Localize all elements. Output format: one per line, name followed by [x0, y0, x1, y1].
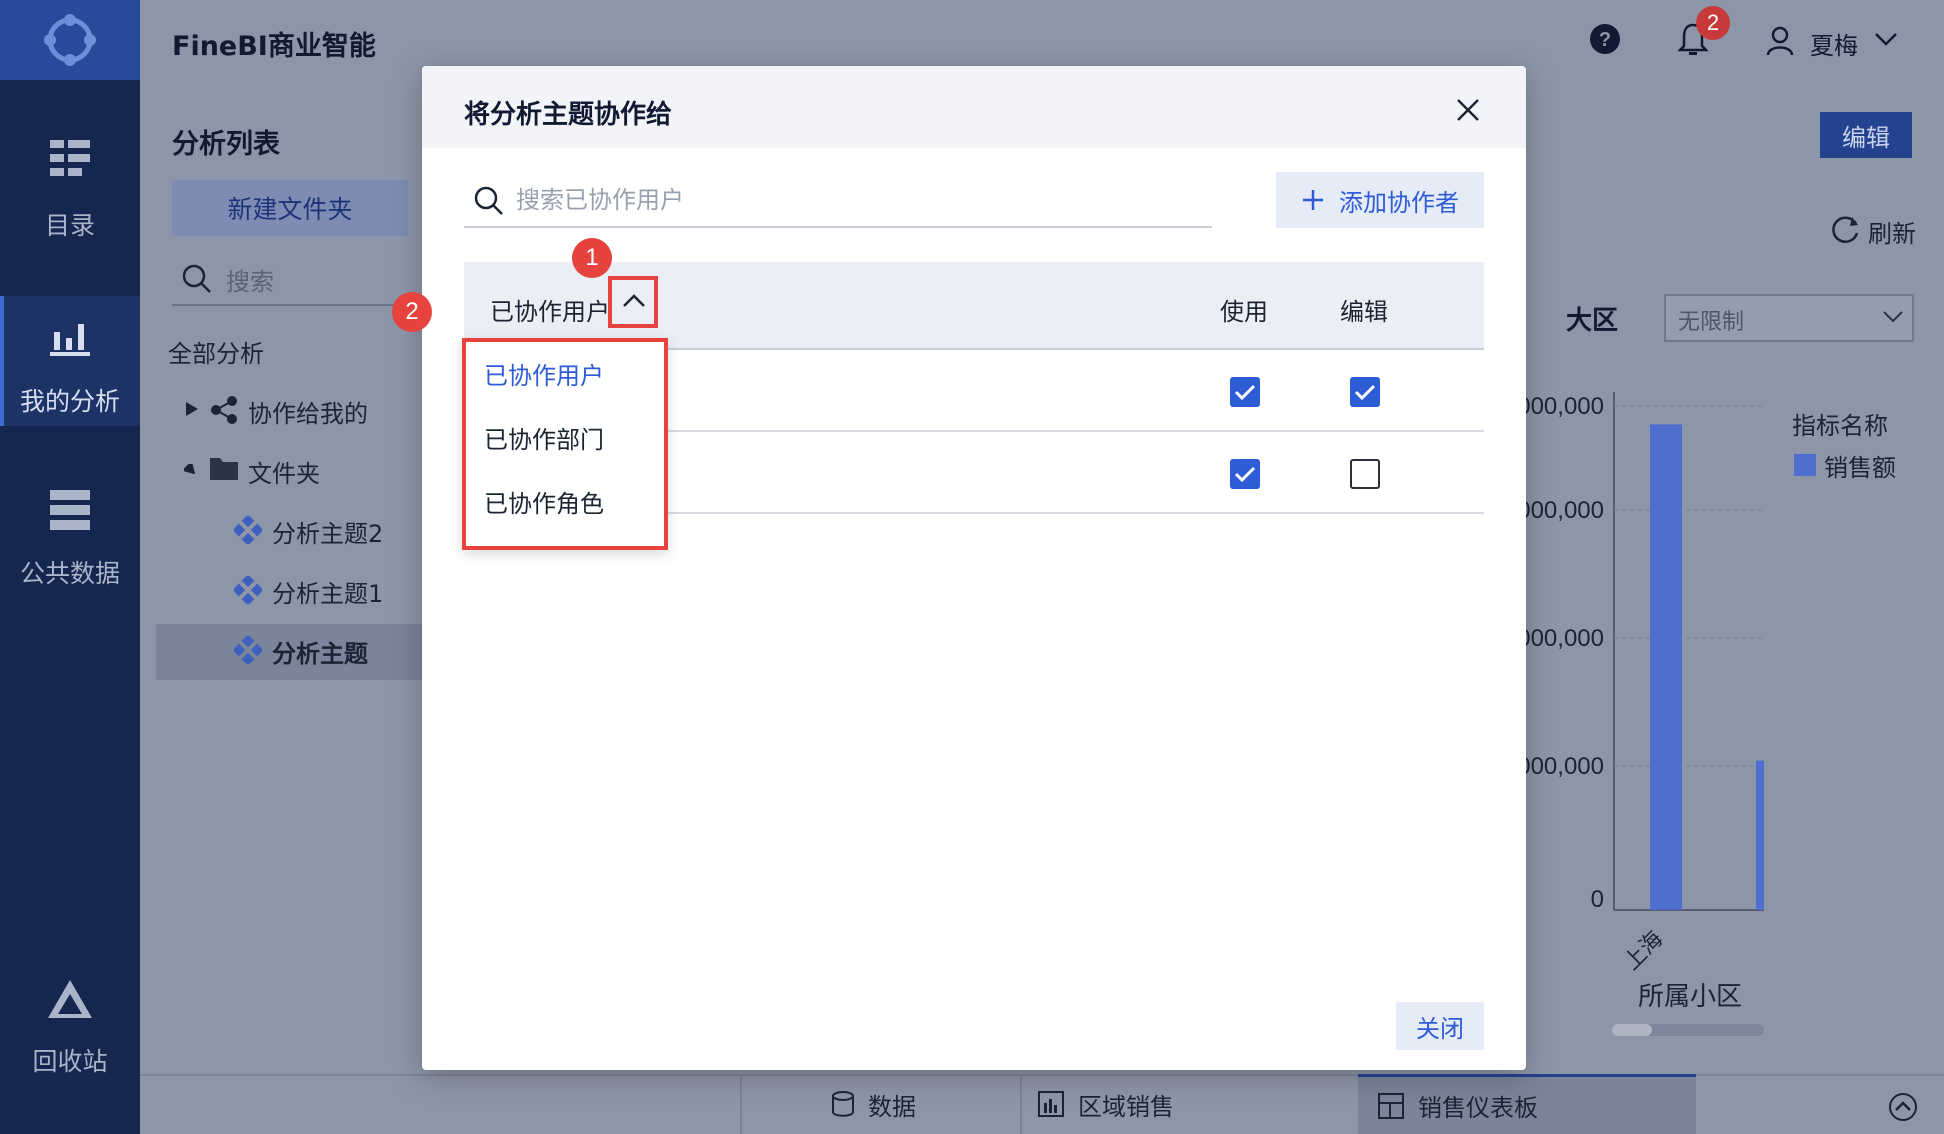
filter-label: 大区: [1566, 306, 1619, 336]
step-badge-1: 1: [572, 238, 612, 278]
row-2-use-checkbox[interactable]: [1230, 459, 1260, 489]
list-title: 分析列表: [172, 129, 280, 160]
chart-scrollbar-thumb[interactable]: [1612, 1024, 1652, 1036]
tab-data[interactable]: 数据: [740, 1074, 1020, 1134]
chart-bar: [1650, 424, 1682, 910]
folder-icon: [210, 458, 238, 480]
tab-region-sales-label: 区域销售: [1078, 1092, 1174, 1121]
dropdown-option-departments[interactable]: 已协作部门: [484, 420, 604, 455]
collaborator-type-toggle[interactable]: [608, 276, 658, 328]
row-1-edit-checkbox[interactable]: [1350, 377, 1380, 407]
chart-bar: [1756, 760, 1764, 910]
chart-y-tick-label: 000,000: [1517, 497, 1604, 524]
tree-folder[interactable]: 文件夹: [248, 454, 320, 489]
chart-y-tick-label: 000,000: [1517, 625, 1604, 652]
expand-up-icon[interactable]: [1888, 1092, 1918, 1122]
refresh-label[interactable]: 刷新: [1868, 214, 1916, 249]
region-filter-select[interactable]: 无限制: [1664, 294, 1914, 342]
nav-catalog[interactable]: 目录: [0, 110, 140, 240]
collapse-arrow-icon[interactable]: [184, 464, 198, 476]
list-search[interactable]: 搜索: [172, 256, 420, 306]
dialog-title: 将分析主题协作给: [464, 100, 673, 130]
public-data-icon: [50, 490, 90, 530]
user-name[interactable]: 夏梅: [1810, 26, 1858, 61]
user-menu-chevron-icon[interactable]: [1874, 32, 1898, 48]
tab-sales-dashboard[interactable]: 销售仪表板: [1358, 1074, 1696, 1134]
add-collaborator-label: 添加协作者: [1339, 188, 1459, 217]
analysis-topic-icon: [234, 576, 262, 604]
chart-x-tick-label: 上海: [1619, 926, 1668, 975]
chevron-down-icon: [1883, 311, 1903, 323]
chart-legend-item: 销售额: [1824, 454, 1896, 482]
refresh-icon[interactable]: [1830, 214, 1860, 244]
legend-swatch: [1794, 454, 1816, 476]
nav-recycle[interactable]: 回收站: [0, 960, 140, 1090]
tab-region-sales[interactable]: 区域销售: [1020, 1074, 1360, 1134]
recycle-icon: [48, 980, 92, 1018]
tree-shared-with-me[interactable]: 协作给我的: [248, 394, 368, 429]
new-folder-button[interactable]: 新建文件夹: [172, 180, 408, 236]
row-2-edit-checkbox[interactable]: [1350, 459, 1380, 489]
tab-sales-dashboard-label: 销售仪表板: [1418, 1094, 1538, 1122]
close-icon[interactable]: [1452, 94, 1484, 126]
nav-catalog-label: 目录: [44, 211, 95, 240]
tab-data-label: 数据: [868, 1092, 916, 1121]
row-1-use-checkbox[interactable]: [1230, 377, 1260, 407]
close-button[interactable]: 关闭: [1396, 1002, 1484, 1050]
dropdown-option-roles[interactable]: 已协作角色: [484, 484, 604, 519]
logo[interactable]: [0, 0, 140, 80]
step-badge-2: 2: [392, 292, 432, 332]
column-use-header: 使用: [1220, 298, 1268, 326]
check-icon: [1354, 384, 1376, 401]
collaborator-search-input[interactable]: [516, 182, 1196, 220]
nav-recycle-label: 回收站: [32, 1047, 108, 1076]
tree-topic-2[interactable]: 分析主题2: [272, 514, 383, 549]
collaborator-search: [464, 176, 1212, 228]
user-icon[interactable]: [1766, 26, 1794, 56]
tree-topic[interactable]: 分析主题: [272, 634, 368, 669]
column-edit-header: 编辑: [1340, 298, 1388, 326]
chart-x-label: 所属小区: [1638, 982, 1743, 1012]
chart-legend-title: 指标名称: [1792, 412, 1888, 440]
svg-text:?: ?: [1599, 29, 1611, 51]
nav-public-data-label: 公共数据: [19, 559, 120, 588]
chart-icon: [1038, 1091, 1064, 1117]
nav-my-analysis[interactable]: 我的分析: [0, 296, 140, 426]
chart-y-tick-label: 0: [1591, 886, 1604, 913]
help-icon[interactable]: ?: [1590, 24, 1620, 54]
nav-public-data[interactable]: 公共数据: [0, 470, 140, 600]
dropdown-option-users[interactable]: 已协作用户: [484, 356, 604, 391]
chevron-up-icon: [623, 294, 645, 307]
analysis-topic-icon: [234, 636, 262, 664]
analysis-topic-icon: [234, 516, 262, 544]
tree-topic-1[interactable]: 分析主题1: [272, 574, 383, 609]
check-icon: [1234, 466, 1256, 483]
catalog-icon: [50, 140, 90, 176]
search-icon: [182, 264, 211, 293]
app-title: FineBI商业智能: [172, 31, 376, 62]
list-search-placeholder: 搜索: [226, 268, 274, 296]
share-icon: [211, 396, 237, 424]
check-icon: [1234, 384, 1256, 401]
search-icon: [474, 186, 503, 215]
nav-my-analysis-label: 我的分析: [19, 387, 120, 416]
chart-y-tick-label: 000,000: [1517, 753, 1604, 780]
add-collaborator-button[interactable]: 添加协作者: [1276, 172, 1484, 228]
filter-value: 无限制: [1678, 310, 1745, 335]
chart-y-tick-label: 000,000: [1517, 393, 1604, 420]
database-icon: [832, 1091, 854, 1117]
plus-icon: [1303, 190, 1323, 210]
expand-arrow-icon[interactable]: [186, 402, 198, 416]
notification-count-badge: 2: [1696, 6, 1730, 40]
dashboard-icon: [1378, 1092, 1404, 1119]
analysis-icon: [50, 324, 90, 356]
edit-button[interactable]: 编辑: [1820, 112, 1912, 158]
tree-all-analysis[interactable]: 全部分析: [168, 334, 264, 369]
column-user-header[interactable]: 已协作用户: [490, 292, 610, 327]
